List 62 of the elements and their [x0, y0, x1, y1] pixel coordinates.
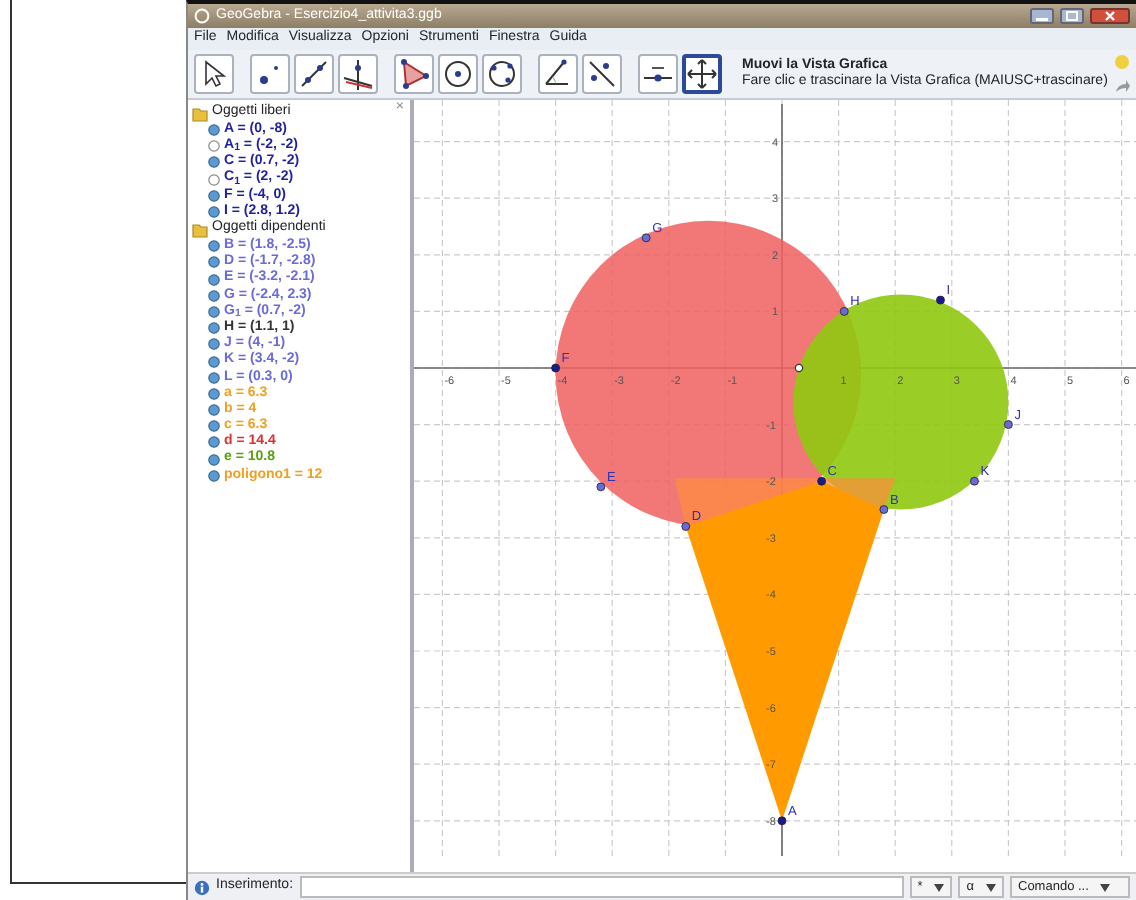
visibility-toggle[interactable] — [208, 453, 220, 466]
point — [777, 816, 787, 826]
visibility-toggle[interactable] — [208, 173, 220, 186]
app-logo-icon — [194, 8, 210, 24]
visibility-toggle[interactable] — [208, 156, 220, 169]
caret-icon — [934, 883, 945, 891]
visibility-toggle[interactable] — [208, 256, 220, 269]
input-field[interactable] — [299, 876, 904, 898]
point — [839, 307, 849, 316]
visibility-toggle[interactable] — [208, 371, 220, 384]
visibility-toggle[interactable] — [208, 189, 220, 202]
point — [794, 363, 804, 373]
visibility-toggle[interactable] — [208, 289, 220, 302]
point — [681, 522, 691, 531]
move-icon — [684, 56, 720, 92]
folder-icon — [192, 105, 208, 121]
help-icon[interactable] — [194, 879, 210, 895]
visibility-toggle[interactable] — [208, 404, 220, 417]
point — [817, 476, 826, 486]
point — [551, 363, 560, 373]
point — [1004, 420, 1013, 429]
tool-button[interactable] — [438, 54, 478, 94]
visibility-toggle[interactable] — [208, 206, 220, 219]
minimize-icon[interactable] — [1030, 8, 1054, 24]
visibility-toggle[interactable] — [208, 140, 220, 153]
tool-button[interactable] — [538, 54, 578, 94]
visibility-toggle[interactable] — [208, 305, 220, 318]
point — [970, 476, 979, 486]
tool-button[interactable] — [250, 54, 290, 94]
close-icon[interactable] — [1090, 8, 1130, 24]
point — [879, 505, 889, 514]
visibility-toggle[interactable] — [208, 124, 220, 137]
point — [596, 482, 606, 492]
circle-icon — [484, 56, 520, 92]
tool-button[interactable] — [482, 54, 522, 94]
visibility-toggle[interactable] — [208, 436, 220, 449]
visibility-toggle[interactable] — [208, 355, 220, 368]
tool-button[interactable] — [638, 54, 678, 94]
perpendicular-icon — [340, 56, 376, 92]
visibility-toggle[interactable] — [208, 387, 220, 400]
tool-button[interactable] — [682, 54, 722, 94]
maximize-icon[interactable] — [1060, 8, 1084, 24]
visibility-toggle[interactable] — [208, 469, 220, 482]
caret-icon — [1100, 883, 1111, 891]
folder-icon — [192, 221, 208, 238]
line-icon — [584, 56, 620, 92]
visibility-toggle[interactable] — [208, 240, 220, 253]
tool-button[interactable] — [394, 54, 434, 94]
tool-button[interactable] — [294, 54, 334, 94]
visibility-toggle[interactable] — [208, 273, 220, 286]
visibility-toggle[interactable] — [208, 338, 220, 351]
point — [936, 295, 945, 305]
visibility-toggle[interactable] — [208, 420, 220, 433]
visibility-toggle[interactable] — [208, 322, 220, 335]
tool-button[interactable] — [194, 54, 234, 94]
circle-icon — [440, 56, 476, 92]
tool-button[interactable] — [338, 54, 378, 94]
caret-icon — [986, 883, 996, 891]
line-icon — [296, 56, 332, 92]
point — [641, 233, 651, 243]
triangle-icon — [396, 56, 432, 92]
tool-button[interactable] — [582, 54, 622, 94]
